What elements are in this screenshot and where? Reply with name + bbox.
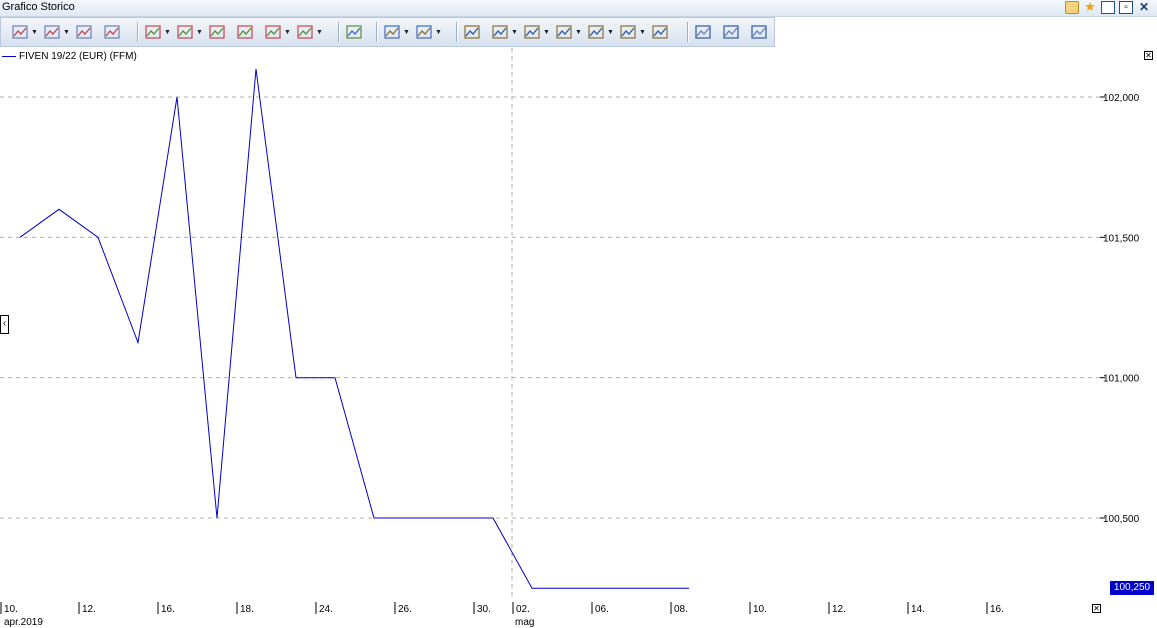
x-tick-label: 10. <box>753 604 767 615</box>
dropdown-arrow-icon[interactable]: ▼ <box>316 29 323 36</box>
delete-drawings-icon <box>463 24 481 40</box>
studies-button[interactable] <box>103 22 121 42</box>
toolbar-separator <box>376 22 378 42</box>
volume-bars-icon <box>208 24 226 40</box>
pointer-icon <box>523 24 541 40</box>
copy-button[interactable] <box>694 22 712 42</box>
y-tick-label: 100,500 <box>1103 514 1140 525</box>
restore-icon[interactable]: ▫ <box>1119 1 1133 14</box>
price-chart[interactable]: 102,000 101,500 101,000 100,500 10. 12. 16. 18.… <box>0 48 1157 628</box>
pattern-button[interactable] <box>236 22 254 42</box>
close-icon[interactable]: ✕ <box>1137 1 1151 14</box>
settings-button[interactable]: ▼ <box>619 22 646 42</box>
zoom-button[interactable]: ▼ <box>491 22 518 42</box>
indicators-button[interactable]: ▼ <box>43 22 70 42</box>
color-fill-icon <box>587 24 605 40</box>
color-fill-button[interactable]: ▼ <box>587 22 614 42</box>
chart-type-icon <box>11 24 29 40</box>
window-controls: ★ ▫ ✕ <box>1065 0 1151 15</box>
trend-button[interactable]: ▼ <box>176 22 203 42</box>
period-icon <box>296 24 314 40</box>
x-tick-label: 06. <box>595 604 609 615</box>
toolbar-separator <box>456 22 458 42</box>
y-tick-label: 102,000 <box>1103 93 1140 104</box>
chart-toolbar: ▼ ▼ ▼ ▼ ▼ ▼ ▼ ▼ ▼ ▼ ▼ ▼ ▼ <box>0 17 775 47</box>
x-tick-label: 12. <box>82 604 96 615</box>
settings-icon <box>619 24 637 40</box>
dropdown-arrow-icon[interactable]: ▼ <box>164 29 171 36</box>
x-tick-label: 12. <box>832 604 846 615</box>
dropdown-arrow-icon[interactable]: ▼ <box>639 29 646 36</box>
auto-scale-button[interactable] <box>345 22 363 42</box>
dropdown-arrow-icon[interactable]: ▼ <box>511 29 518 36</box>
pointer-button[interactable]: ▼ <box>523 22 550 42</box>
window-title: Grafico Storico <box>2 1 75 13</box>
toolbar-separator <box>687 22 689 42</box>
export-icon <box>750 24 768 40</box>
pencil-icon <box>555 24 573 40</box>
x-tick-label: 10. <box>4 604 18 615</box>
x-tick-label: 02. <box>516 604 530 615</box>
delete-drawings-button[interactable] <box>463 22 481 42</box>
auto-scale-icon <box>345 24 363 40</box>
indicators-icon <box>43 24 61 40</box>
dropdown-arrow-icon[interactable]: ▼ <box>543 29 550 36</box>
last-value-badge: 100,250 <box>1110 581 1154 595</box>
pattern-icon <box>236 24 254 40</box>
compare-icon <box>75 24 93 40</box>
export-button[interactable] <box>750 22 768 42</box>
series-line <box>19 68 689 589</box>
favorite-star-icon[interactable]: ★ <box>1083 0 1097 14</box>
x-tick-label: 14. <box>911 604 925 615</box>
copy-icon <box>694 24 712 40</box>
x-tick-label: 24. <box>319 604 333 615</box>
toolbar-separator <box>137 22 139 42</box>
x-tick-label: 30. <box>477 604 491 615</box>
drawing-line-button[interactable]: ▼ <box>144 22 171 42</box>
clipboard-icon <box>651 24 669 40</box>
dropdown-arrow-icon[interactable]: ▼ <box>284 29 291 36</box>
candlestick-button[interactable]: ▼ <box>264 22 291 42</box>
trend-icon <box>176 24 194 40</box>
dropdown-arrow-icon[interactable]: ▼ <box>435 29 442 36</box>
print-icon <box>722 24 740 40</box>
window-titlebar: Grafico Storico ★ ▫ ✕ <box>0 0 1157 17</box>
candlestick-icon <box>264 24 282 40</box>
x-tick-label: 08. <box>674 604 688 615</box>
clipboard-button[interactable] <box>651 22 669 42</box>
dropdown-arrow-icon[interactable]: ▼ <box>607 29 614 36</box>
x-tick-label: 18. <box>240 604 254 615</box>
x-tick-label: 16. <box>161 604 175 615</box>
x-tick-label: 26. <box>398 604 412 615</box>
y-tick-label: 101,000 <box>1103 374 1140 385</box>
dropdown-arrow-icon[interactable]: ▼ <box>403 29 410 36</box>
x-month-label-may: mag <box>515 617 534 628</box>
print-button[interactable] <box>722 22 740 42</box>
studies-icon <box>103 24 121 40</box>
drawing-line-icon <box>144 24 162 40</box>
grid-icon <box>415 24 433 40</box>
grid-button[interactable]: ▼ <box>415 22 442 42</box>
line-style-icon <box>383 24 401 40</box>
toolbar-separator <box>338 22 340 42</box>
dropdown-arrow-icon[interactable]: ▼ <box>63 29 70 36</box>
dropdown-arrow-icon[interactable]: ▼ <box>575 29 582 36</box>
x-tick-label: 16. <box>990 604 1004 615</box>
chart-type-button[interactable]: ▼ <box>11 22 38 42</box>
period-button[interactable]: ▼ <box>296 22 323 42</box>
x-month-label-apr: apr.2019 <box>4 617 43 628</box>
compare-button[interactable] <box>75 22 93 42</box>
volume-bars-button[interactable] <box>208 22 226 42</box>
notes-icon[interactable] <box>1065 1 1079 14</box>
zoom-icon <box>491 24 509 40</box>
line-style-button[interactable]: ▼ <box>383 22 410 42</box>
dropdown-arrow-icon[interactable]: ▼ <box>196 29 203 36</box>
y-tick-label: 101,500 <box>1103 233 1140 244</box>
maximize-icon[interactable] <box>1101 1 1115 14</box>
pencil-button[interactable]: ▼ <box>555 22 582 42</box>
dropdown-arrow-icon[interactable]: ▼ <box>31 29 38 36</box>
